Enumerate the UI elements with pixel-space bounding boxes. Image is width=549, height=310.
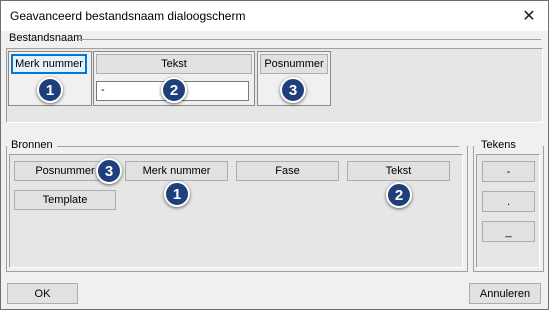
dialog-window: Geavanceerd bestandsnaam dialoogscherm ✕… [0, 0, 549, 310]
tekens-group-label: Tekens [481, 139, 516, 151]
group-divider [473, 271, 544, 272]
cancel-button[interactable]: Annuleren [469, 283, 541, 304]
char-dot-button[interactable]: . [482, 191, 535, 212]
char-underscore-button[interactable]: _ [482, 221, 535, 242]
group-divider [473, 146, 474, 272]
group-divider [467, 146, 468, 272]
callout-badge-1: 1 [164, 181, 190, 207]
source-merk-nummer-button[interactable]: Merk nummer [125, 161, 228, 181]
group-divider [57, 146, 459, 147]
source-template-button[interactable]: Template [14, 190, 116, 210]
bronnen-group-label: Bronnen [11, 139, 53, 151]
source-tekst-button[interactable]: Tekst [347, 161, 450, 181]
segment-posnummer-button[interactable]: Posnummer [260, 54, 328, 74]
segment-tekst-button[interactable]: Tekst [96, 54, 252, 74]
ok-button[interactable]: OK [7, 283, 78, 304]
title-bar: Geavanceerd bestandsnaam dialoogscherm ✕ [1, 1, 548, 31]
char-dash-button[interactable]: - [482, 161, 535, 182]
window-title: Geavanceerd bestandsnaam dialoogscherm [10, 9, 246, 23]
group-divider [6, 271, 468, 272]
source-fase-button[interactable]: Fase [236, 161, 339, 181]
group-divider [543, 146, 544, 272]
group-divider [79, 39, 541, 40]
bestandsnaam-group-label: Bestandsnaam [9, 32, 83, 44]
close-icon[interactable]: ✕ [510, 1, 548, 31]
callout-badge-2: 2 [386, 182, 412, 208]
callout-badge-3: 3 [280, 77, 306, 103]
callout-badge-2: 2 [161, 77, 187, 103]
callout-badge-3: 3 [96, 158, 122, 184]
group-divider [6, 146, 7, 272]
segment-merk-nummer-button[interactable]: Merk nummer [11, 54, 87, 74]
callout-badge-1: 1 [37, 77, 63, 103]
